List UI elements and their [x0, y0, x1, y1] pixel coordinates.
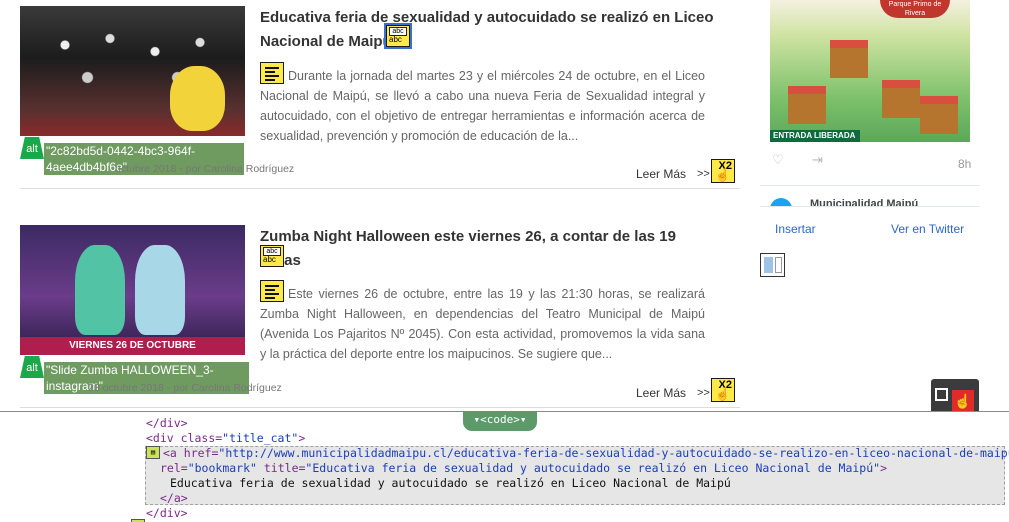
- code-tag: </a>: [160, 491, 188, 505]
- divider: [20, 188, 740, 189]
- overlay-toggle[interactable]: ☝: [931, 379, 979, 412]
- abc-label-bottom: abc: [389, 35, 402, 44]
- code-line: Educativa feria de sexualidad y autocuid…: [170, 476, 731, 490]
- code-line: rel="bookmark" title="Educativa feria de…: [160, 461, 887, 475]
- article-thumbnail[interactable]: [20, 6, 245, 136]
- alt-icon[interactable]: alt: [20, 137, 44, 159]
- excerpt-text: Durante la jornada del martes 23 y el mi…: [260, 69, 705, 143]
- checkbox-icon[interactable]: [935, 388, 948, 401]
- heart-icon[interactable]: ♡: [772, 152, 784, 168]
- zombie-figure-image: [75, 245, 125, 335]
- article-title[interactable]: Educativa feria de sexualidad y autocuid…: [260, 6, 720, 54]
- avatar[interactable]: [770, 198, 792, 206]
- divider: [760, 206, 980, 207]
- hand-pointer-icon: ☝: [715, 168, 730, 182]
- paragraph-icon[interactable]: [260, 280, 284, 302]
- alt-icon[interactable]: alt: [20, 356, 44, 378]
- code-element-icon[interactable]: ▤: [146, 446, 160, 459]
- code-attr: class=: [180, 431, 223, 445]
- article-excerpt: Este viernes 26 de octubre, entre las 19…: [260, 280, 705, 364]
- abc-icon[interactable]: abc abc: [260, 245, 284, 267]
- paragraph-icon[interactable]: [260, 62, 284, 84]
- read-more-link[interactable]: Leer Más: [636, 167, 686, 181]
- view-on-twitter-link[interactable]: Ver en Twitter: [891, 222, 964, 236]
- page: Educativa feria de sexualidad y autocuid…: [0, 0, 1009, 522]
- code-text: Educativa feria de sexualidad y autocuid…: [170, 476, 731, 490]
- zombie-figure-image: [135, 245, 185, 335]
- code-tag: <div: [146, 431, 181, 445]
- code-attr: href=: [183, 446, 219, 460]
- code-tab[interactable]: ▾<code>▾: [463, 411, 537, 431]
- code-tag: >: [880, 461, 888, 475]
- embed-frame-icon[interactable]: [760, 253, 785, 277]
- next-tweet-header: Municipalidad Maipú: [770, 196, 980, 206]
- abc-icon[interactable]: abc abc: [384, 23, 412, 49]
- stall-image: [788, 86, 826, 124]
- share-icon[interactable]: ⇥: [812, 152, 823, 168]
- excerpt-text: Este viernes 26 de octubre, entre las 19…: [260, 287, 705, 361]
- abc-label-bottom: abc: [263, 255, 276, 264]
- code-tag: >: [298, 431, 306, 445]
- article-title[interactable]: Zumba Night Halloween este viernes 26, a…: [260, 225, 720, 273]
- stall-image: [830, 40, 868, 78]
- x2-icon[interactable]: X2 ☝: [711, 378, 735, 402]
- tweet-actions: ♡ ⇥ 8h: [772, 152, 972, 172]
- article-meta: octubre 2018 - por Carolina Rodríguez: [115, 163, 295, 175]
- article-thumbnail[interactable]: VIERNES 26 DE OCTUBRE: [20, 225, 245, 355]
- code-line: </a>: [160, 491, 188, 505]
- article-card: VIERNES 26 DE OCTUBRE Zumba Night Hallow…: [20, 225, 740, 410]
- code-panel: ▾<code>▾ ▤ </div> <div class="title_cat"…: [0, 411, 1009, 522]
- code-value: "title_cat": [222, 431, 299, 445]
- code-attr: title=: [256, 461, 306, 475]
- code-line: </div>: [146, 416, 188, 430]
- stall-image: [882, 80, 920, 118]
- tweet-author[interactable]: Municipalidad Maipú: [810, 198, 918, 206]
- embed-link[interactable]: Insertar: [775, 222, 816, 236]
- tweet-timestamp[interactable]: 8h: [958, 157, 971, 171]
- code-value: "http://www.municipalidadmaipu.cl/educat…: [218, 446, 1009, 460]
- article-excerpt: Durante la jornada del martes 23 y el mi…: [260, 62, 705, 146]
- read-more-link[interactable]: Leer Más: [636, 386, 686, 400]
- hand-pointer-icon[interactable]: ☝: [952, 390, 974, 412]
- article-card: Educativa feria de sexualidad y autocuid…: [20, 6, 740, 196]
- article-meta: 23 octubre 2018 - por Carolina Rodríguez: [88, 382, 282, 394]
- code-tag: <a: [163, 446, 184, 460]
- thumb-banner: VIERNES 26 DE OCTUBRE: [20, 337, 245, 355]
- frame-pane: [764, 257, 773, 273]
- divider: [20, 407, 740, 408]
- frame-pane: [775, 257, 782, 273]
- x2-icon[interactable]: X2 ☝: [711, 159, 735, 183]
- tweet-image[interactable]: Parque Primo de Rivera ENTRADA LIBERADA: [770, 0, 970, 142]
- hand-pointer-icon: ☝: [715, 387, 730, 401]
- code-tag: </div>: [146, 506, 188, 520]
- divider: [760, 185, 980, 186]
- code-value: "bookmark": [187, 461, 257, 475]
- code-value: "Educativa feria de sexualidad y autocui…: [305, 461, 881, 475]
- stall-image: [920, 96, 958, 134]
- mascot-image: [170, 66, 225, 131]
- code-line: <div class="title_cat">: [146, 431, 305, 445]
- poster-footer: ENTRADA LIBERADA: [770, 130, 860, 142]
- code-line: <a href="http://www.municipalidadmaipu.c…: [163, 446, 1009, 460]
- code-line: </div>: [146, 506, 188, 520]
- code-text: </div>: [146, 416, 188, 430]
- poster-badge: Parque Primo de Rivera: [880, 0, 950, 18]
- code-attr: rel=: [160, 461, 188, 475]
- read-more-arrows: >>: [697, 168, 710, 180]
- read-more-arrows: >>: [697, 387, 710, 399]
